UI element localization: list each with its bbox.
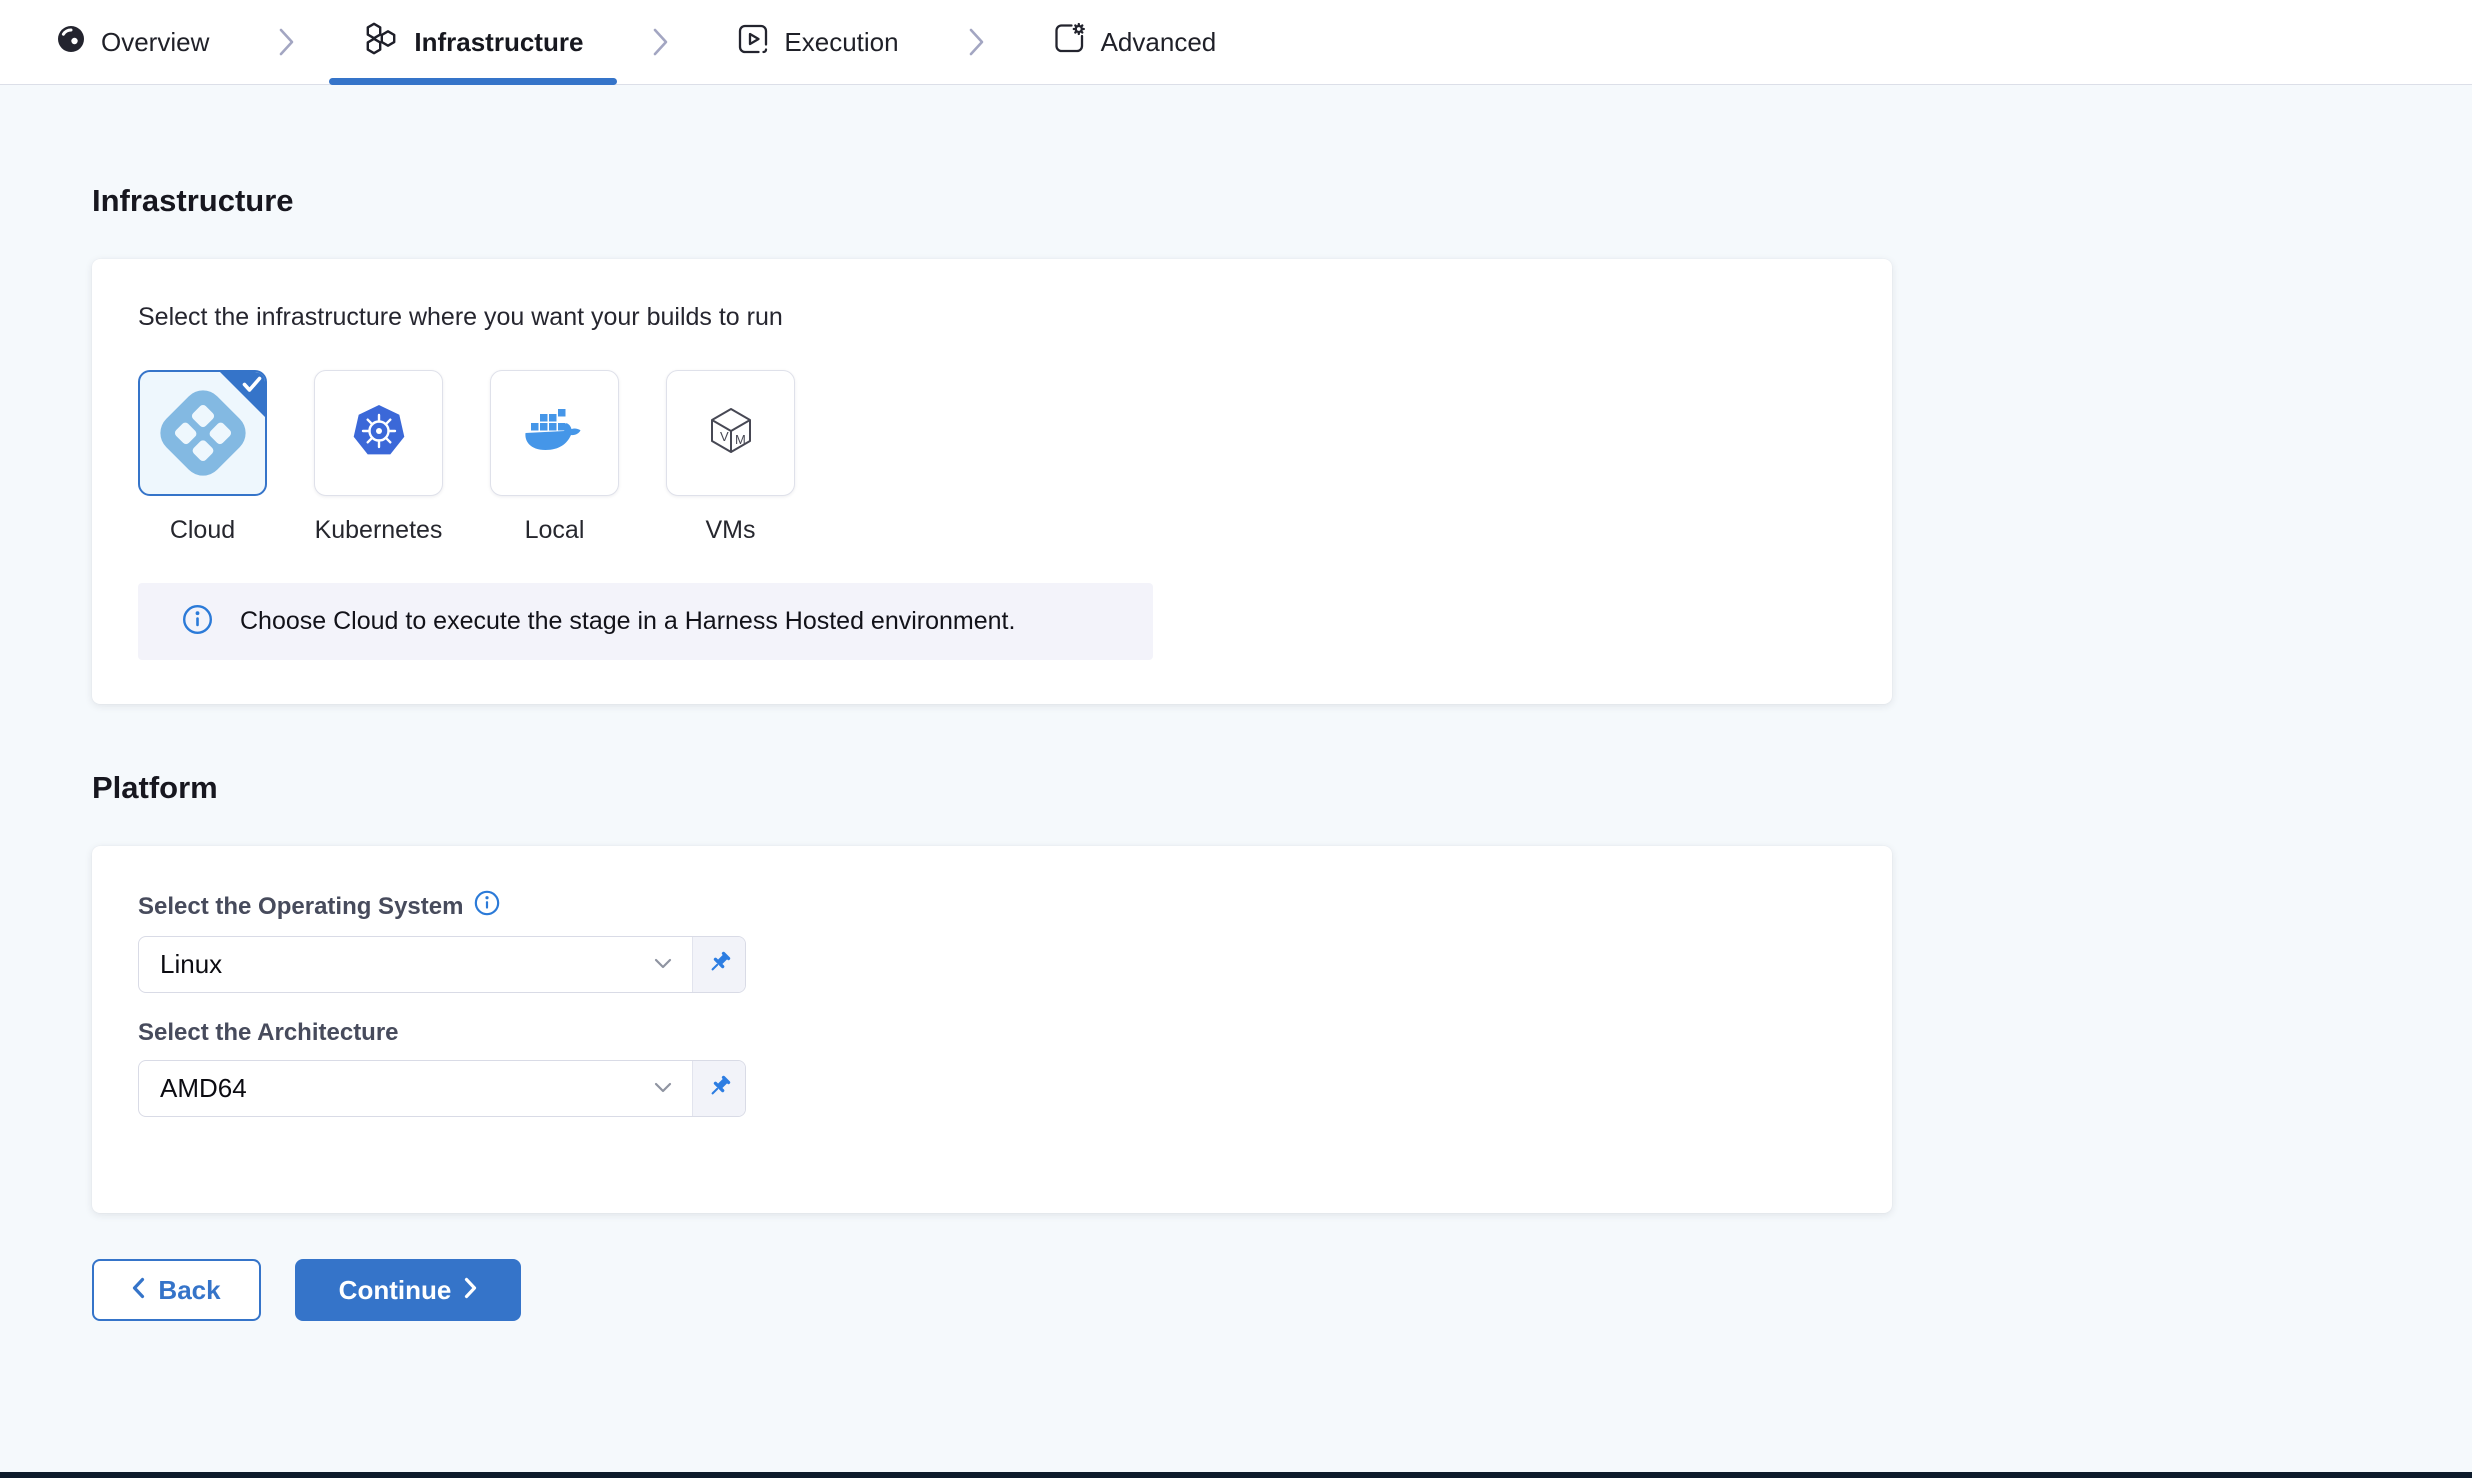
arch-pin-button[interactable]	[693, 1061, 745, 1116]
back-button-label: Back	[158, 1275, 220, 1306]
chevron-down-icon	[654, 956, 672, 974]
chevron-down-icon	[654, 1080, 672, 1098]
platform-card: Select the Operating System Linux	[92, 846, 1892, 1213]
info-circle-icon[interactable]	[474, 890, 500, 923]
infrastructure-icon	[363, 21, 399, 64]
infrastructure-options: Cloud Kube	[138, 370, 1846, 545]
tab-label: Overview	[101, 27, 209, 58]
execution-icon	[737, 23, 769, 62]
tab-overview[interactable]: Overview	[20, 0, 245, 84]
tab-label: Infrastructure	[414, 27, 583, 58]
pin-icon	[706, 1073, 733, 1105]
info-circle-icon	[182, 604, 213, 640]
advanced-icon	[1053, 22, 1086, 62]
platform-heading: Platform	[92, 770, 2472, 806]
tab-infrastructure[interactable]: Infrastructure	[327, 0, 619, 84]
arch-field-label: Select the Architecture	[138, 1019, 1846, 1047]
infrastructure-prompt: Select the infrastructure where you want…	[138, 303, 1846, 332]
chevron-left-icon	[132, 1275, 145, 1306]
option-label: Kubernetes	[315, 516, 443, 545]
kubernetes-icon	[350, 402, 408, 465]
local-tile[interactable]	[490, 370, 619, 496]
infrastructure-card: Select the infrastructure where you want…	[92, 259, 1892, 704]
cloud-tile[interactable]	[138, 370, 267, 496]
option-label: Cloud	[170, 516, 235, 545]
option-vms: V M VMs	[666, 370, 795, 545]
wizard-footer-buttons: Back Continue	[92, 1259, 2472, 1321]
arch-select-group: AMD64	[138, 1060, 746, 1117]
tab-label: Advanced	[1101, 27, 1217, 58]
hosted-info-text: Choose Cloud to execute the stage in a H…	[240, 607, 1015, 636]
option-cloud: Cloud	[138, 370, 267, 545]
svg-text:V: V	[720, 429, 729, 444]
tab-execution[interactable]: Execution	[701, 0, 934, 84]
arch-select[interactable]: AMD64	[139, 1061, 693, 1116]
os-label-text: Select the Operating System	[138, 893, 463, 921]
os-select-group: Linux	[138, 936, 746, 993]
continue-button[interactable]: Continue	[295, 1259, 521, 1321]
option-local: Local	[490, 370, 619, 545]
stage-wizard-tab-bar: Overview Infrastructure Execution	[0, 0, 2472, 85]
option-kubernetes: Kubernetes	[314, 370, 443, 545]
overview-icon	[56, 24, 86, 61]
chevron-right-icon	[277, 27, 295, 57]
chevron-right-icon	[464, 1275, 477, 1306]
vm-cube-icon: V M	[702, 403, 760, 464]
chevron-right-icon	[967, 27, 985, 57]
arch-label-text: Select the Architecture	[138, 1019, 399, 1047]
os-pin-button[interactable]	[693, 937, 745, 992]
os-select-value: Linux	[160, 949, 222, 980]
back-button[interactable]: Back	[92, 1259, 261, 1321]
harness-cloud-icon	[152, 382, 254, 484]
stage-config-content: Infrastructure Select the infrastructure…	[0, 85, 2472, 1321]
tab-advanced[interactable]: Advanced	[1017, 0, 1253, 84]
svg-text:M: M	[735, 432, 746, 447]
tab-label: Execution	[784, 27, 898, 58]
vms-tile[interactable]: V M	[666, 370, 795, 496]
continue-button-label: Continue	[339, 1275, 452, 1306]
docker-icon	[523, 407, 587, 460]
infrastructure-heading: Infrastructure	[92, 183, 2472, 219]
arch-select-value: AMD64	[160, 1073, 247, 1104]
option-label: VMs	[706, 516, 756, 545]
pin-icon	[706, 949, 733, 981]
hosted-info-banner: Choose Cloud to execute the stage in a H…	[138, 583, 1153, 660]
chevron-right-icon	[651, 27, 669, 57]
option-label: Local	[525, 516, 585, 545]
bottom-edge-bar	[0, 1472, 2472, 1478]
os-field-label: Select the Operating System	[138, 890, 1846, 923]
os-select[interactable]: Linux	[139, 937, 693, 992]
kubernetes-tile[interactable]	[314, 370, 443, 496]
